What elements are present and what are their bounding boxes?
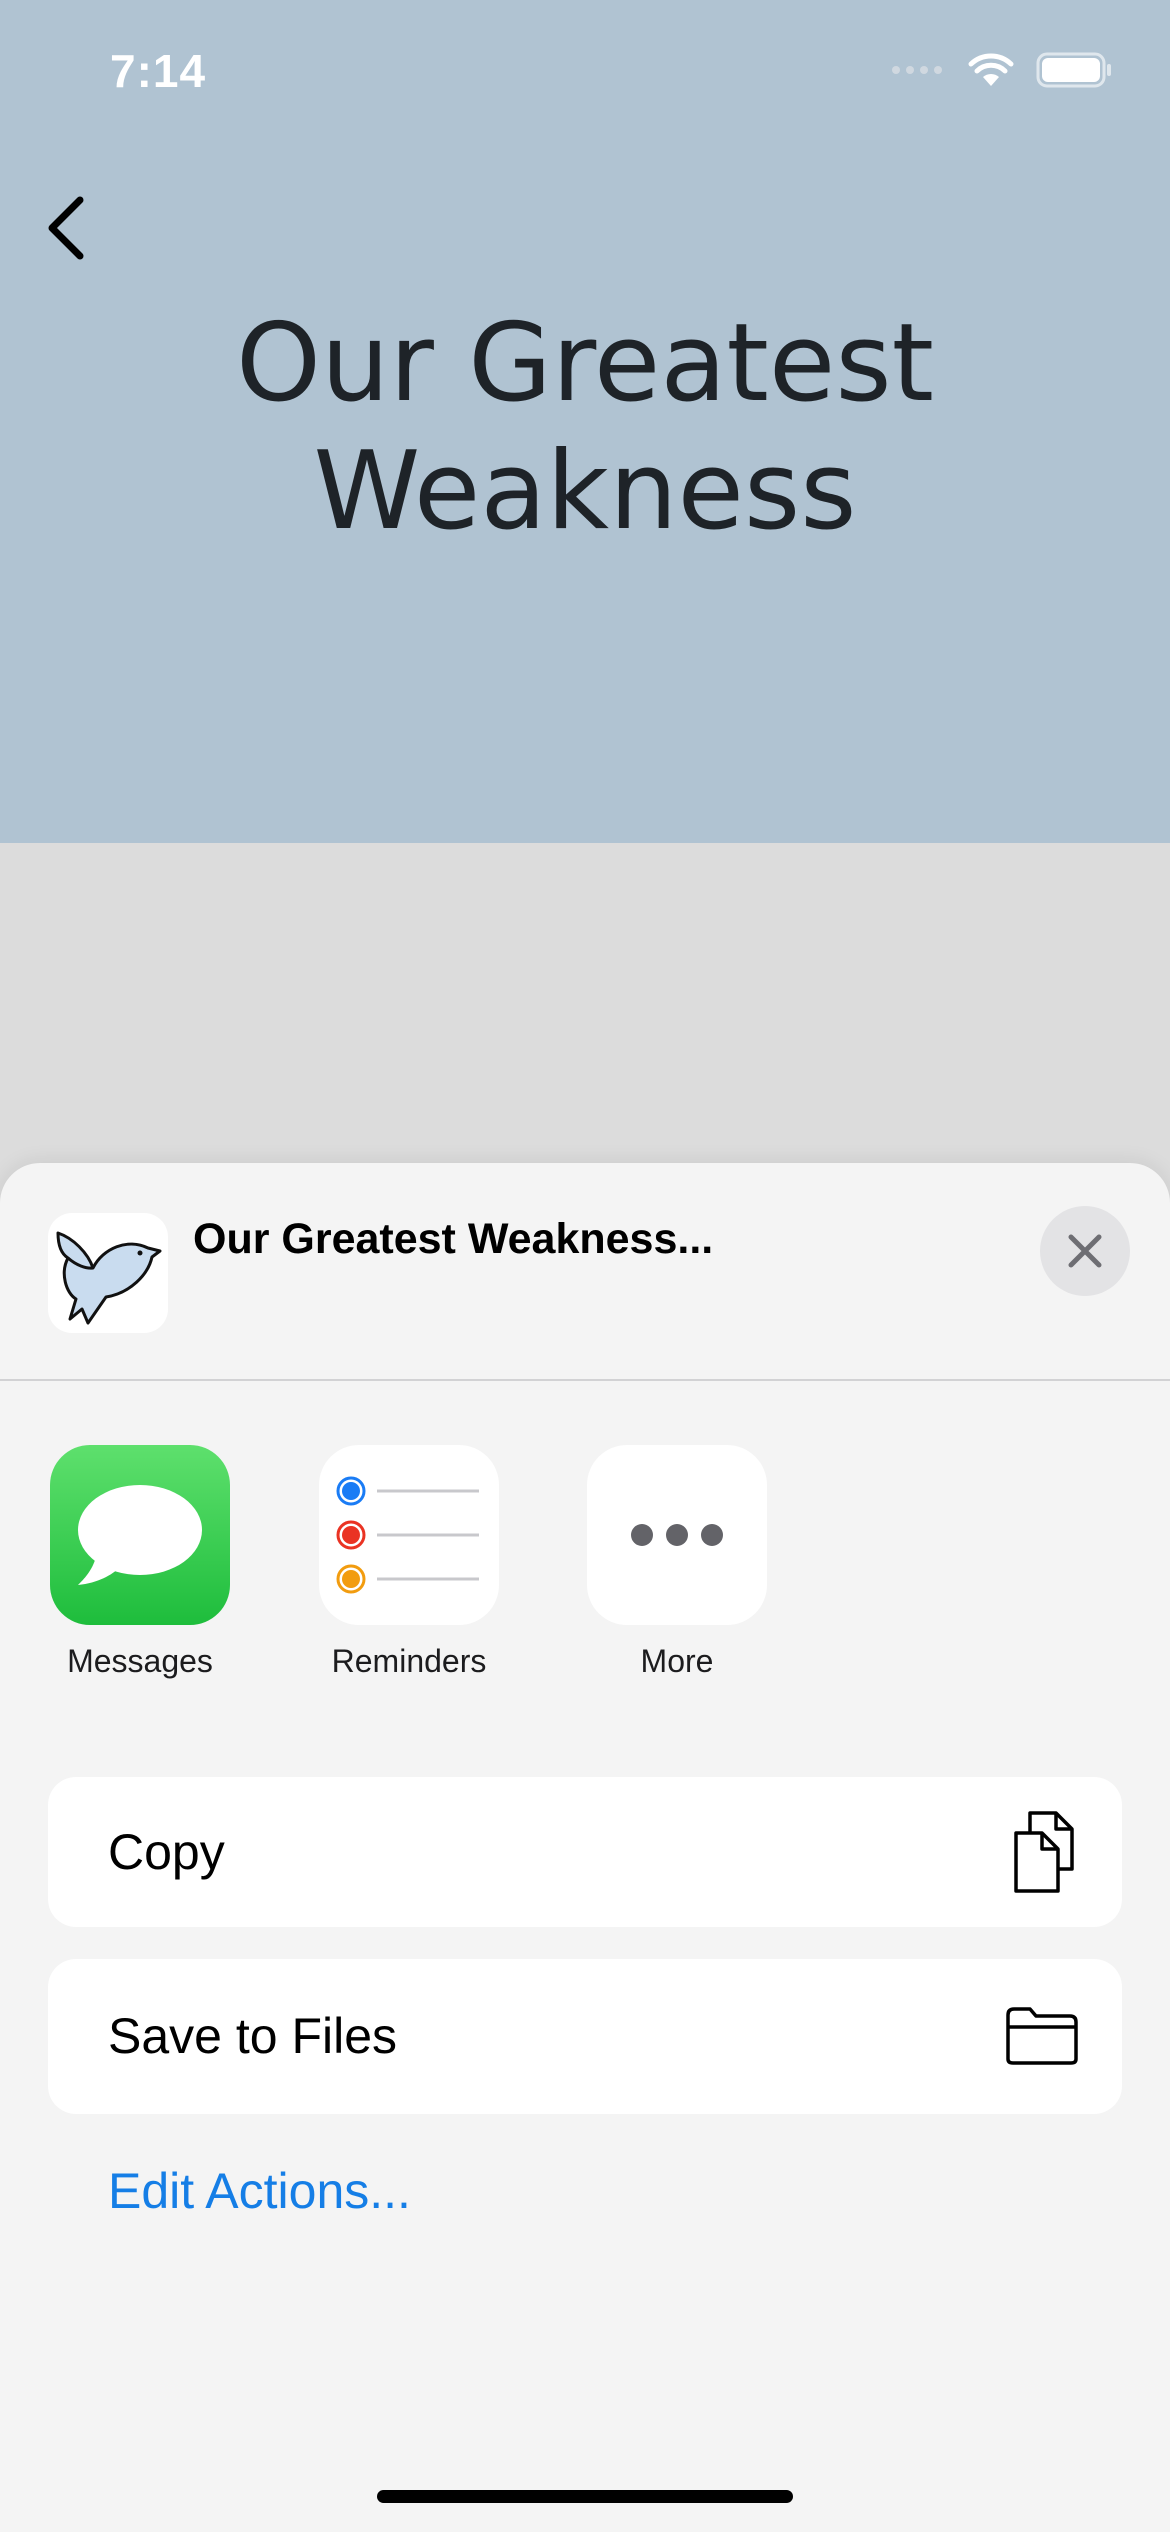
share-sheet: Our Greatest Weakness... Messages Remind… (0, 1163, 1170, 2532)
wifi-icon (968, 53, 1014, 86)
status-time: 7:14 (110, 45, 207, 97)
share-app-label: Messages (67, 1643, 213, 1679)
close-icon (1068, 1234, 1102, 1268)
reminders-icon (319, 1445, 499, 1625)
action-label: Save to Files (108, 2008, 398, 2064)
screen: 7:14 Our Greatest Weakness Our Greatest … (0, 0, 1170, 2532)
article-title: Our Greatest Weakness (236, 301, 934, 554)
signal-icon (892, 66, 942, 74)
messages-icon (50, 1445, 230, 1625)
chevron-left-icon (48, 196, 84, 260)
back-button[interactable] (40, 190, 100, 260)
action-label: Copy (108, 1824, 225, 1880)
battery-icon (1036, 52, 1111, 88)
share-sheet-title: Our Greatest Weakness... (193, 1215, 714, 1263)
folder-icon (1006, 2007, 1078, 2065)
article-hero: 7:14 Our Greatest Weakness (0, 0, 1170, 843)
edit-actions-link[interactable]: Edit Actions... (108, 2162, 411, 2220)
copy-action[interactable]: Copy (48, 1777, 1122, 1927)
app-thumbnail (48, 1213, 168, 1333)
more-icon (587, 1445, 767, 1625)
share-app-reminders[interactable]: Reminders (309, 1445, 509, 1680)
copy-icon (1014, 1811, 1074, 1893)
home-indicator (377, 2490, 793, 2503)
status-icons (890, 52, 1112, 88)
share-app-label: Reminders (331, 1643, 487, 1679)
share-app-more[interactable]: More (577, 1445, 777, 1680)
save-to-files-action[interactable]: Save to Files (48, 1959, 1122, 2114)
dove-icon (56, 1231, 162, 1325)
close-button[interactable] (1040, 1206, 1130, 1296)
share-apps-row: Messages Reminders More (0, 1445, 1170, 1685)
share-app-messages[interactable]: Messages (40, 1445, 240, 1680)
share-app-label: More (640, 1643, 714, 1679)
share-sheet-header: Our Greatest Weakness... (0, 1163, 1170, 1381)
